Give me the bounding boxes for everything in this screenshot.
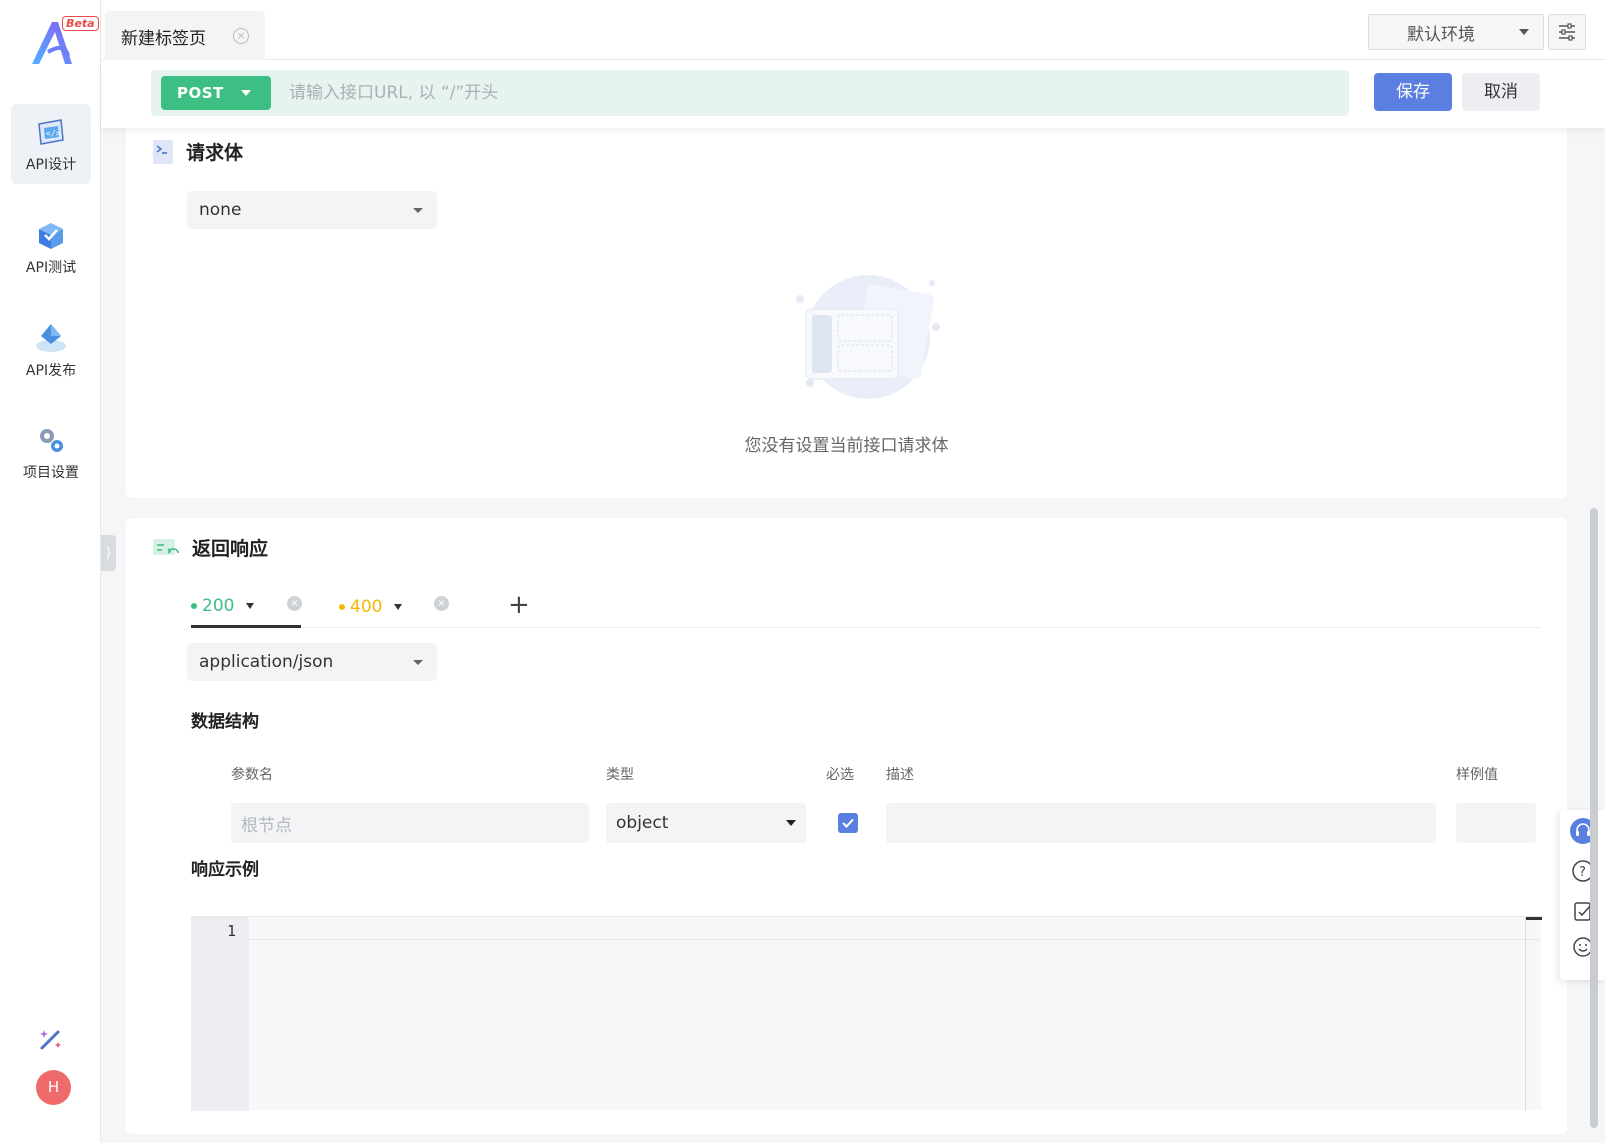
environment-select[interactable]: 默认环境 xyxy=(1368,14,1544,50)
sidebar-item-api-test[interactable]: API测试 xyxy=(11,207,91,287)
column-header-name: 参数名 xyxy=(231,767,273,783)
sidebar-item-api-publish[interactable]: API发布 xyxy=(11,310,91,390)
select-value: application/json xyxy=(199,652,334,672)
environment-label: 默认环境 xyxy=(1407,24,1475,45)
chevron-down-icon[interactable] xyxy=(394,604,403,610)
status-dot xyxy=(339,604,345,610)
terminal-icon xyxy=(153,139,173,164)
tab-new[interactable]: 新建标签页 × xyxy=(105,11,265,61)
response-example-editor[interactable]: 1 xyxy=(191,916,1542,1111)
remove-status-icon[interactable]: × xyxy=(434,596,449,611)
example-title: 响应示例 xyxy=(191,860,259,880)
tab-bar: 新建标签页 × 默认环境 xyxy=(101,0,1605,61)
status-code-label: 200 xyxy=(202,595,235,616)
select-value: none xyxy=(199,200,242,220)
line-number: 1 xyxy=(227,922,237,940)
magic-wand-icon[interactable] xyxy=(36,1024,66,1054)
avatar[interactable]: H xyxy=(36,1070,71,1105)
root-type-select[interactable]: object xyxy=(606,803,806,843)
request-body-type-select[interactable]: none xyxy=(187,191,437,229)
description-input[interactable] xyxy=(886,803,1436,843)
sidebar-item-label: API测试 xyxy=(25,260,77,276)
tab-status-400[interactable]: 400 xyxy=(339,586,439,628)
save-button[interactable]: 保存 xyxy=(1374,73,1452,111)
sidebar-collapse-handle[interactable]: ⟩ xyxy=(101,535,116,571)
chevron-down-icon xyxy=(241,90,251,96)
add-status-icon[interactable]: + xyxy=(508,586,530,624)
response-icon xyxy=(153,538,179,555)
sidebar-item-label: API发布 xyxy=(25,363,77,379)
schema-title: 数据结构 xyxy=(191,712,259,732)
chevron-down-icon xyxy=(413,207,423,213)
close-icon[interactable]: × xyxy=(233,28,249,44)
project-settings-icon xyxy=(40,429,63,452)
column-header-required: 必选 xyxy=(826,767,854,783)
editor-gutter: 1 xyxy=(191,917,249,1111)
sidebar-item-project-settings[interactable]: 项目设置 xyxy=(11,412,91,492)
status-code-tabs: 200 × 400 × + xyxy=(191,586,1541,628)
check-icon xyxy=(842,818,854,828)
editor-scrollbar[interactable] xyxy=(1525,917,1542,1111)
root-node-input[interactable]: 根节点 xyxy=(231,803,589,843)
sidebar-item-label: API设计 xyxy=(25,157,77,173)
floating-toolbar: ? xyxy=(1560,810,1605,980)
svg-text:?: ? xyxy=(1579,865,1586,880)
sidebar-item-label: 项目设置 xyxy=(23,465,79,481)
column-header-sample: 样例值 xyxy=(1456,767,1498,783)
tab-status-200[interactable]: 200 xyxy=(191,586,301,628)
url-bar: POST 保存 取消 xyxy=(101,60,1605,128)
response-header: 返回响应 xyxy=(152,534,268,561)
sample-value-input[interactable] xyxy=(1456,803,1536,843)
request-body-card: 请求体 none 您没有设置当前接口请求体 xyxy=(126,128,1567,498)
status-dot xyxy=(191,602,197,609)
environment-settings-button[interactable] xyxy=(1548,14,1586,50)
chevron-down-icon xyxy=(1519,29,1529,35)
column-header-desc: 描述 xyxy=(886,767,914,783)
section-title: 返回响应 xyxy=(192,538,269,560)
api-publish-icon xyxy=(36,324,66,352)
method-select[interactable]: POST xyxy=(161,76,271,110)
status-code-label: 400 xyxy=(350,597,383,617)
url-input-wrap: POST xyxy=(151,70,1349,116)
section-title: 请求体 xyxy=(186,142,244,164)
remove-status-icon[interactable]: × xyxy=(287,596,302,611)
required-checkbox[interactable] xyxy=(838,813,858,833)
empty-state-text: 您没有设置当前接口请求体 xyxy=(744,436,949,456)
response-card: 返回响应 200 × 400 × + application/json 数据结构… xyxy=(126,518,1567,1134)
column-header-type: 类型 xyxy=(606,767,634,783)
content-type-select[interactable]: application/json xyxy=(187,643,437,681)
chevron-down-icon xyxy=(413,659,423,665)
cancel-button[interactable]: 取消 xyxy=(1462,73,1540,111)
url-input[interactable] xyxy=(289,76,1329,110)
beta-badge: Beta xyxy=(62,16,99,31)
method-label: POST xyxy=(177,84,224,102)
request-body-header: 请求体 xyxy=(152,138,243,165)
select-value: object xyxy=(616,813,669,833)
api-test-icon xyxy=(39,223,63,249)
page-scrollbar[interactable] xyxy=(1590,508,1598,1128)
tab-label: 新建标签页 xyxy=(121,28,206,49)
sidebar-item-api-design[interactable]: </> API设计 xyxy=(11,104,91,184)
editor-active-line[interactable] xyxy=(249,917,1539,940)
chevron-down-icon[interactable] xyxy=(246,602,255,609)
sidebar: Beta </> API设计 API测试 API发布 项目设置 H xyxy=(0,0,101,1143)
svg-text:</>: </> xyxy=(46,129,61,138)
empty-state-illustration xyxy=(796,275,940,399)
chevron-down-icon xyxy=(786,820,796,826)
sliders-icon xyxy=(1559,23,1575,41)
api-design-icon: </> xyxy=(38,119,64,145)
